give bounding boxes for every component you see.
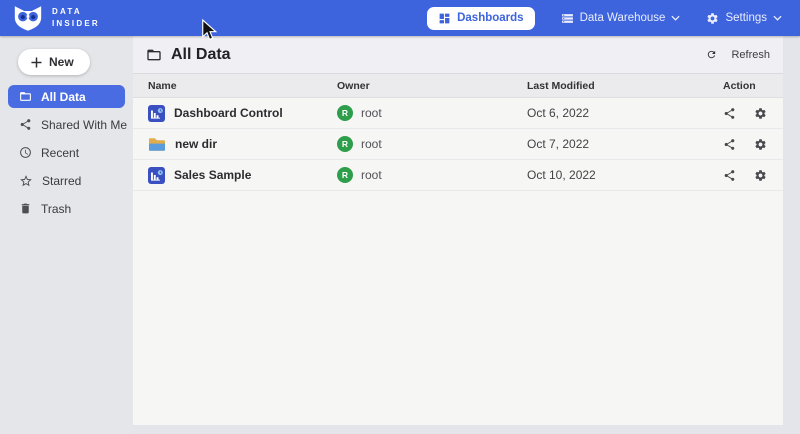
column-header-owner[interactable]: Owner <box>337 80 527 92</box>
dashboard-grid-icon <box>438 12 451 25</box>
page-title: All Data <box>171 46 231 64</box>
table-row[interactable]: new dirRrootOct 7, 2022 <box>133 129 783 160</box>
file-name-cell: Sales Sample <box>148 167 337 184</box>
dashboard-file-icon <box>148 105 165 122</box>
refresh-icon <box>706 49 717 60</box>
file-name-cell: new dir <box>148 137 337 152</box>
gear-icon <box>706 12 719 25</box>
share-icon[interactable] <box>723 169 736 182</box>
settings-menu[interactable]: Settings <box>706 12 782 25</box>
owner-name: root <box>361 137 382 151</box>
sidebar: New All Data Shared With Me Recent Starred T… <box>0 36 133 434</box>
dashboards-button[interactable]: Dashboards <box>427 7 534 30</box>
star-icon <box>19 174 33 188</box>
clock-icon <box>19 146 32 159</box>
table-header: Name Owner Last Modified Action <box>133 74 783 98</box>
owner-avatar: R <box>337 105 353 121</box>
page-titlebar: All Data Refresh <box>133 36 783 74</box>
owl-logo-icon <box>12 6 44 31</box>
table-body: Dashboard ControlRrootOct 6, 2022new dir… <box>133 98 783 191</box>
column-header-action: Action <box>723 80 783 92</box>
brand-logo: DATA INSIDER <box>12 6 100 31</box>
action-cell <box>723 138 783 151</box>
owner-cell: Rroot <box>337 167 527 183</box>
data-warehouse-menu[interactable]: Data Warehouse <box>561 12 681 25</box>
shared-icon <box>19 118 32 131</box>
gear-icon[interactable] <box>754 107 767 120</box>
sidebar-item-trash[interactable]: Trash <box>8 197 125 220</box>
sidebar-item-all-data[interactable]: All Data <box>8 85 125 108</box>
sidebar-item-label: Starred <box>42 174 81 188</box>
action-cell <box>723 169 783 182</box>
sidebar-item-label: Recent <box>41 146 79 160</box>
file-name-cell: Dashboard Control <box>148 105 337 122</box>
app-window: DATA INSIDER Dashboards Dat <box>0 0 800 434</box>
new-button[interactable]: New <box>18 49 90 75</box>
chevron-down-icon <box>671 15 680 21</box>
owner-cell: Rroot <box>337 105 527 121</box>
sidebar-item-shared-with-me[interactable]: Shared With Me <box>8 113 125 136</box>
folder-icon <box>146 47 162 63</box>
sidebar-item-recent[interactable]: Recent <box>8 141 125 164</box>
share-icon[interactable] <box>723 138 736 151</box>
sidebar-item-starred[interactable]: Starred <box>8 169 125 192</box>
action-cell <box>723 107 783 120</box>
top-header-bar: DATA INSIDER Dashboards Dat <box>0 0 800 36</box>
column-header-name[interactable]: Name <box>148 80 337 92</box>
dashboard-file-icon <box>148 167 165 184</box>
top-navigation: Dashboards Data Warehouse <box>427 7 788 30</box>
folder-icon <box>19 90 32 103</box>
gear-icon[interactable] <box>754 169 767 182</box>
table-row[interactable]: Dashboard ControlRrootOct 6, 2022 <box>133 98 783 129</box>
last-modified: Oct 6, 2022 <box>527 106 723 120</box>
last-modified: Oct 7, 2022 <box>527 137 723 151</box>
sidebar-nav: All Data Shared With Me Recent Starred Trash <box>0 85 133 220</box>
sidebar-item-label: Shared With Me <box>41 118 127 132</box>
database-icon <box>561 12 574 25</box>
owner-name: root <box>361 106 382 120</box>
file-name[interactable]: Dashboard Control <box>174 106 283 120</box>
last-modified: Oct 10, 2022 <box>527 168 723 182</box>
owner-cell: Rroot <box>337 136 527 152</box>
sidebar-item-label: Trash <box>41 202 71 216</box>
file-name[interactable]: Sales Sample <box>174 168 251 182</box>
owner-name: root <box>361 168 382 182</box>
plus-icon <box>31 57 42 68</box>
column-header-last-modified[interactable]: Last Modified <box>527 80 723 92</box>
share-icon[interactable] <box>723 107 736 120</box>
sidebar-item-label: All Data <box>41 90 86 104</box>
refresh-button[interactable]: Refresh <box>706 49 770 61</box>
trash-icon <box>19 202 32 215</box>
folder-file-icon <box>148 137 166 152</box>
table-row[interactable]: Sales SampleRrootOct 10, 2022 <box>133 160 783 191</box>
file-name[interactable]: new dir <box>175 137 217 151</box>
gear-icon[interactable] <box>754 138 767 151</box>
brand-name: DATA INSIDER <box>52 6 100 29</box>
owner-avatar: R <box>337 136 353 152</box>
chevron-down-icon <box>773 15 782 21</box>
main-content: All Data Refresh Name Owner Last Modifie… <box>133 36 783 425</box>
owner-avatar: R <box>337 167 353 183</box>
